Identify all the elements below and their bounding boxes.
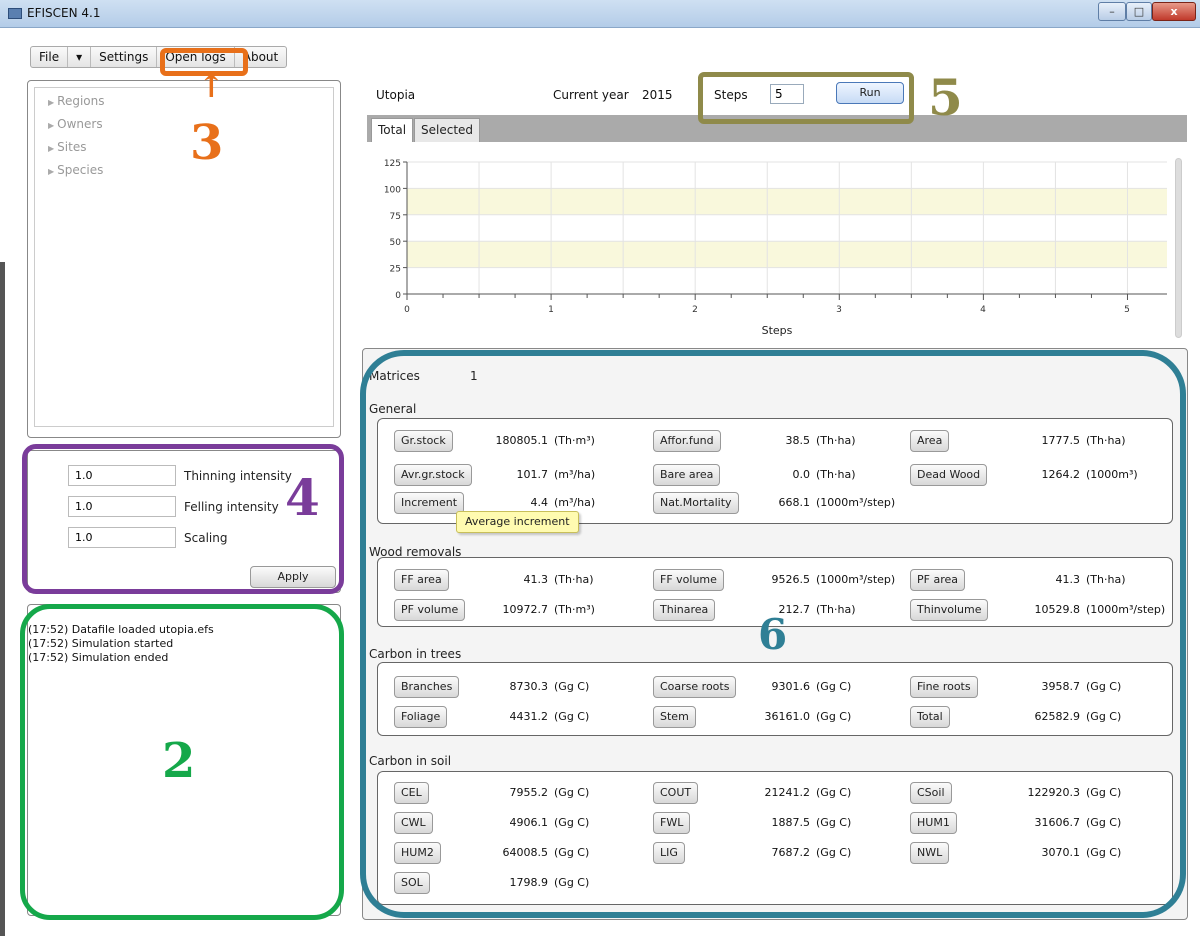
expand-arrow-icon: ▶ bbox=[48, 144, 55, 153]
menu-settings[interactable]: Settings bbox=[91, 47, 158, 67]
current-year-value: 2015 bbox=[642, 88, 673, 102]
chart-scrollbar[interactable] bbox=[1175, 158, 1182, 338]
x-tick-label: 5 bbox=[1124, 305, 1130, 315]
x-tick-label: 4 bbox=[980, 305, 986, 315]
chart-band bbox=[407, 188, 1167, 215]
x-axis-label: Steps bbox=[762, 324, 793, 337]
annotation-2: 2 bbox=[162, 733, 196, 789]
chart-area: 125 100 75 50 25 0 0 1 2 3 4 5 Steps bbox=[367, 142, 1187, 347]
maximize-button[interactable]: □ bbox=[1126, 2, 1152, 21]
tree-item-species[interactable]: ▶ Species bbox=[48, 163, 103, 177]
annotation-box-5 bbox=[698, 72, 914, 124]
window-title: EFISCEN 4.1 bbox=[27, 6, 101, 20]
tab-total[interactable]: Total bbox=[371, 118, 414, 142]
menu-file[interactable]: File bbox=[31, 47, 69, 67]
title-bar: EFISCEN 4.1 – □ x bbox=[0, 0, 1200, 28]
tab-selected[interactable]: Selected bbox=[414, 118, 481, 142]
annotation-5: 5 bbox=[928, 68, 963, 127]
steps-chart: 125 100 75 50 25 00 1 2 3 4 5 Steps bbox=[384, 159, 1167, 337]
annotation-6: 6 bbox=[758, 610, 788, 659]
x-tick-label: 0 bbox=[404, 305, 410, 315]
tree-view bbox=[34, 87, 334, 427]
tree-item-regions[interactable]: ▶ Regions bbox=[48, 94, 105, 108]
y-tick-label: 25 bbox=[390, 265, 401, 275]
x-tick-label: 1 bbox=[548, 305, 554, 315]
tree-item-sites[interactable]: ▶ Sites bbox=[48, 140, 86, 154]
annotation-3: 3 bbox=[190, 115, 224, 171]
minimize-button[interactable]: – bbox=[1098, 2, 1126, 21]
app-icon bbox=[8, 8, 22, 19]
expand-arrow-icon: ▶ bbox=[48, 98, 55, 107]
expand-arrow-icon: ▶ bbox=[48, 121, 55, 130]
y-tick-label: 50 bbox=[390, 238, 402, 248]
x-tick-label: 2 bbox=[692, 305, 698, 315]
y-tick-label: 125 bbox=[384, 159, 401, 169]
window-edge bbox=[0, 262, 5, 936]
tree-panel bbox=[27, 80, 341, 438]
y-tick-label: 100 bbox=[384, 185, 401, 195]
expand-arrow-icon: ▶ bbox=[48, 167, 55, 176]
chart-band bbox=[407, 241, 1167, 268]
menu-bar: File ▾ Settings Open logs About bbox=[30, 46, 288, 68]
y-tick-label: 0 bbox=[395, 291, 401, 301]
arrow-up-icon: ↑ bbox=[198, 67, 225, 105]
region-name: Utopia bbox=[376, 88, 416, 102]
y-tick-label: 75 bbox=[390, 212, 401, 222]
x-tick-label: 3 bbox=[836, 305, 842, 315]
menu-dropdown-arrow[interactable]: ▾ bbox=[68, 47, 92, 67]
annotation-4: 4 bbox=[285, 468, 320, 527]
current-year-label: Current year bbox=[553, 88, 629, 102]
tree-item-owners[interactable]: ▶ Owners bbox=[48, 117, 103, 131]
close-button[interactable]: x bbox=[1152, 2, 1196, 21]
